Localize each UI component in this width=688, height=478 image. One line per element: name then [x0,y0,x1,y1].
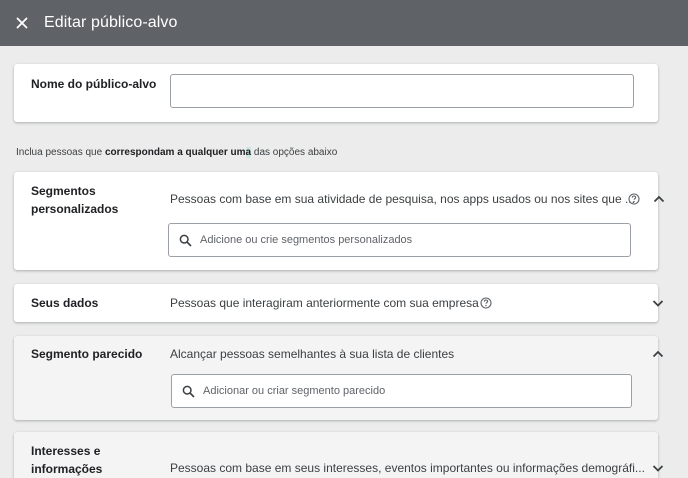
similar-segment-search-input[interactable] [203,385,631,397]
close-button[interactable] [13,14,31,32]
close-icon [16,17,28,29]
your-data-label: Seus dados [31,296,99,310]
help-circle-icon[interactable] [628,193,640,205]
audience-name-label: Nome do público-alvo [31,77,157,91]
chevron-down-icon[interactable] [651,296,665,310]
interests-card: Interesses e informações Pessoas com bas… [14,432,664,478]
your-data-description: Pessoas que interagiram anteriormente co… [170,296,479,310]
similar-segment-description: Alcançar pessoas semelhantes à sua lista… [170,347,455,361]
match-instruction: Inclua pessoas que correspondam a qualqu… [16,147,337,158]
audience-name-card: Nome do público-alvo [14,64,658,122]
page-title: Editar público-alvo [44,14,178,31]
instruction-prefix: Inclua pessoas que [16,147,105,158]
help-circle-icon[interactable] [480,297,492,309]
chevron-down-icon[interactable] [651,461,665,475]
interests-description: Pessoas com base em seus interesses, eve… [170,461,645,475]
search-icon [179,234,192,247]
interests-label: Interesses e informações [31,444,103,476]
instruction-suffix: das opções abaixo [251,147,338,158]
similar-segment-label: Segmento parecido [31,347,143,361]
audience-name-input[interactable] [170,74,634,108]
search-icon [182,385,195,398]
custom-segments-description: Pessoas com base em sua atividade de pes… [170,192,635,206]
top-app-bar: Editar público-alvo [0,0,688,46]
similar-segment-search[interactable] [171,374,632,408]
your-data-card: Seus dados Pessoas que interagiram anter… [14,284,664,322]
similar-segment-card: Segmento parecido Alcançar pessoas semel… [14,336,664,420]
chevron-up-icon[interactable] [652,192,666,206]
custom-segments-card: Segmentos personalizados Pessoas com bas… [14,172,665,270]
custom-segments-search-input[interactable] [200,234,630,246]
instruction-bold: correspondam a qualquer um [104,147,246,158]
custom-segments-label: Segmentos personalizados [31,184,119,216]
custom-segments-search[interactable] [168,223,631,257]
chevron-up-icon[interactable] [651,347,665,361]
